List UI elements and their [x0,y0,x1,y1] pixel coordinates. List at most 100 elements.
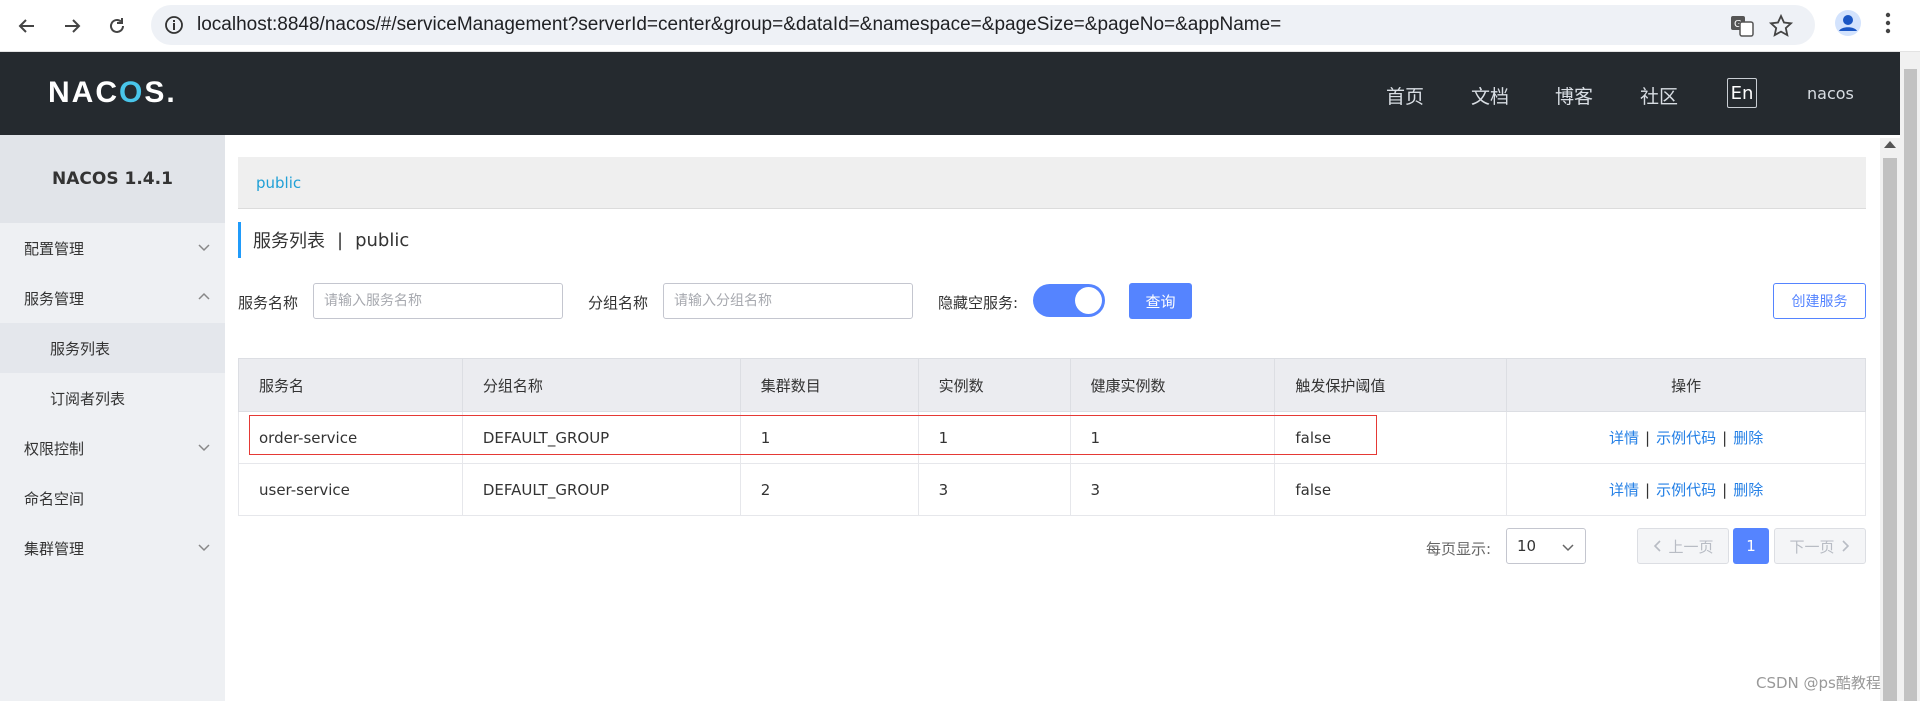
detail-link[interactable]: 详情 [1609,481,1639,499]
sidebar: NACOS 1.4.1 配置管理 服务管理 服务列表 订阅者列表 权限控制 命名… [0,135,225,701]
top-header: NACOS. 首页 文档 博客 社区 En nacos [0,52,1900,135]
sidebar-item-auth[interactable]: 权限控制 [0,423,225,473]
site-info-icon[interactable] [163,14,185,36]
profile-avatar-icon[interactable] [1833,8,1863,38]
col-header[interactable]: 集群数目 [739,358,919,412]
table-row: user-service DEFAULT_GROUP 2 3 3 false 详… [238,463,1866,516]
nav-home[interactable]: 首页 [1386,82,1424,109]
cell-healthy: 3 [1069,463,1276,516]
cell-threshold: false [1274,411,1508,464]
detail-link[interactable]: 详情 [1609,429,1639,447]
current-page-button[interactable]: 1 [1733,528,1769,564]
create-service-button[interactable]: 创建服务 [1773,283,1866,319]
sidebar-item-label: 命名空间 [24,489,85,508]
browser-toolbar: localhost:8848/nacos/#/serviceManagement… [0,0,1920,52]
version-label: NACOS 1.4.1 [0,135,225,223]
hide-empty-toggle[interactable] [1033,284,1105,317]
namespace-bar: public [238,157,1866,209]
table-row: order-service DEFAULT_GROUP 1 1 1 false … [238,411,1866,464]
sample-code-link[interactable]: 示例代码 [1656,429,1716,447]
page-scrollbar-thumb[interactable] [1904,69,1917,701]
cell-clusters: 2 [739,463,919,516]
col-header[interactable]: 服务名 [238,358,463,412]
cell-clusters: 1 [739,411,919,464]
chevron-down-icon [1562,544,1574,552]
action-separator: | [1722,481,1728,499]
group-name-input[interactable] [663,283,913,319]
cell-service-name: order-service [238,411,463,464]
bookmark-star-icon[interactable] [1768,13,1794,39]
search-button[interactable]: 查询 [1129,283,1192,319]
nav-docs[interactable]: 文档 [1471,82,1509,109]
cell-healthy: 1 [1069,411,1276,464]
col-header[interactable]: 分组名称 [461,358,741,412]
language-switch[interactable]: En [1727,78,1757,108]
namespace-public-link[interactable]: public [256,174,301,192]
sidebar-item-label: 服务列表 [50,339,111,358]
delete-link[interactable]: 删除 [1733,429,1763,447]
hide-empty-label: 隐藏空服务: [938,294,1019,312]
back-icon[interactable] [9,8,45,44]
action-separator: | [1645,429,1651,447]
chevron-down-icon [198,444,210,452]
chevron-down-icon [198,244,210,252]
nacos-logo[interactable]: NACOS. [48,76,177,110]
url-text: localhost:8848/nacos/#/serviceManagement… [197,14,1282,35]
next-page-button[interactable]: 下一页 [1774,528,1866,564]
col-header[interactable]: 实例数 [917,358,1071,412]
cell-threshold: false [1274,463,1508,516]
title-separator: | [337,229,344,251]
sidebar-item-subscribers[interactable]: 订阅者列表 [0,373,225,423]
cell-actions: 详情 | 示例代码 | 删除 [1506,411,1866,464]
table-header-row: 服务名 分组名称 集群数目 实例数 健康实例数 触发保护阈值 操作 [238,358,1866,412]
toggle-knob [1075,287,1102,314]
nav-blog[interactable]: 博客 [1555,82,1593,109]
delete-link[interactable]: 删除 [1733,481,1763,499]
prev-page-button[interactable]: 上一页 [1637,528,1729,564]
sidebar-item-label: 服务管理 [24,289,85,308]
service-name-input[interactable] [313,283,563,319]
col-header: 操作 [1506,358,1866,412]
page-title-text: 服务列表 [253,231,325,252]
group-name-label: 分组名称 [588,294,649,312]
sidebar-item-label: 权限控制 [24,439,85,458]
sidebar-item-cluster[interactable]: 集群管理 [0,523,225,573]
cell-group: DEFAULT_GROUP [461,411,741,464]
nav-community[interactable]: 社区 [1640,82,1678,109]
page-size-select[interactable]: 10 [1506,528,1586,564]
per-page-label: 每页显示: [1426,540,1492,558]
service-name-label: 服务名称 [238,294,299,312]
chevron-down-icon [198,544,210,552]
chevron-up-icon [198,292,210,300]
page-size-value: 10 [1517,537,1537,555]
scroll-up-arrow-icon[interactable] [1884,141,1896,148]
address-bar[interactable]: localhost:8848/nacos/#/serviceManagement… [151,5,1815,45]
sidebar-item-namespace[interactable]: 命名空间 [0,473,225,523]
sidebar-item-config[interactable]: 配置管理 [0,223,225,273]
action-separator: | [1645,481,1651,499]
watermark: CSDN @ps酷教程 [1756,674,1881,692]
sidebar-item-label: 集群管理 [24,539,85,558]
col-header[interactable]: 触发保护阈值 [1274,358,1508,412]
sidebar-item-service[interactable]: 服务管理 [0,273,225,323]
cell-group: DEFAULT_GROUP [461,463,741,516]
sidebar-item-service-list[interactable]: 服务列表 [0,323,225,373]
sample-code-link[interactable]: 示例代码 [1656,481,1716,499]
cell-instances: 1 [917,411,1071,464]
translate-icon[interactable]: G [1729,13,1755,39]
page-title: 服务列表 | public [238,222,409,258]
reload-icon[interactable] [99,8,135,44]
user-name[interactable]: nacos [1807,84,1854,103]
content-scrollbar-thumb[interactable] [1883,158,1897,701]
page-title-namespace: public [355,229,410,251]
sidebar-item-label: 订阅者列表 [50,389,126,408]
service-table: 服务名 分组名称 集群数目 实例数 健康实例数 触发保护阈值 操作 order-… [238,358,1866,516]
next-page-label: 下一页 [1789,537,1835,556]
sidebar-item-label: 配置管理 [24,239,85,258]
col-header[interactable]: 健康实例数 [1069,358,1276,412]
cell-instances: 3 [917,463,1071,516]
browser-menu-icon[interactable] [1883,10,1893,36]
forward-icon[interactable] [54,8,90,44]
cell-service-name: user-service [238,463,463,516]
action-separator: | [1722,429,1728,447]
